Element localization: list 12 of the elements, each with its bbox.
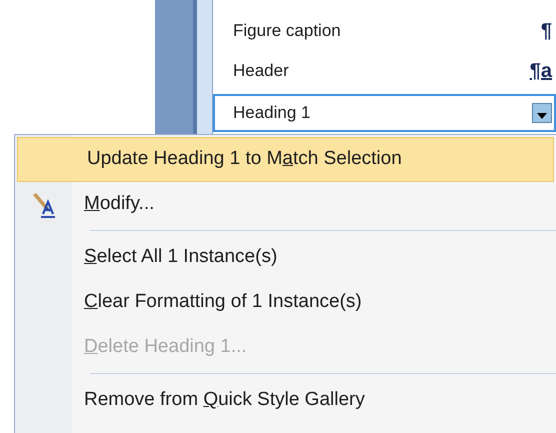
menu-item[interactable]: Clear Formatting of 1 Instance(s) xyxy=(84,288,362,317)
style-item[interactable]: Header ¶a xyxy=(213,52,556,90)
caret-icon xyxy=(537,113,547,119)
pencil-icon xyxy=(30,192,56,218)
menu-item[interactable]: Modify... xyxy=(84,190,154,219)
menu-item[interactable]: Remove from Quick Style Gallery xyxy=(84,386,365,415)
paragraph-mark: ¶ xyxy=(540,19,552,44)
menu-item[interactable]: Select All 1 Instance(s) xyxy=(84,243,278,272)
style-item[interactable]: Figure caption ¶ xyxy=(213,12,556,50)
style-item[interactable]: Heading 1 xyxy=(213,94,556,132)
linked-style-mark: ¶a xyxy=(530,59,552,84)
dropdown-button[interactable] xyxy=(532,103,552,123)
